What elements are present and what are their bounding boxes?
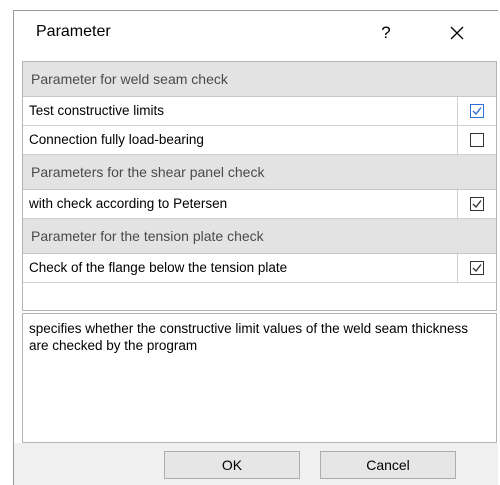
checkbox-cell [458, 254, 496, 282]
parameter-row[interactable]: with check according to Petersen [23, 190, 496, 219]
checkbox-checked[interactable] [470, 197, 484, 211]
dialog-title: Parameter [36, 23, 111, 40]
checkmark-icon [472, 264, 482, 273]
checkbox-cell [458, 190, 496, 218]
close-button[interactable] [434, 15, 480, 51]
cancel-button[interactable]: Cancel [320, 451, 456, 479]
parameter-row[interactable]: Connection fully load-bearing [23, 126, 496, 155]
button-bar: OK Cancel [14, 443, 498, 485]
parameter-grid: Parameter for weld seam check Test constr… [22, 61, 497, 311]
checkmark-icon [472, 200, 482, 209]
help-button[interactable]: ? [364, 15, 408, 51]
description-panel: specifies whether the constructive limit… [22, 313, 497, 443]
ok-button[interactable]: OK [164, 451, 300, 479]
checkbox-cell [458, 126, 496, 154]
section-header: Parameters for the shear panel check [23, 155, 496, 190]
close-icon [450, 26, 464, 40]
parameter-row[interactable]: Test constructive limits [23, 97, 496, 126]
checkbox-cell [458, 97, 496, 125]
parameter-label: Connection fully load-bearing [23, 126, 458, 154]
parameter-dialog: Parameter ? Parameter for weld seam chec… [13, 10, 498, 485]
parameter-label: Test constructive limits [23, 97, 458, 125]
section-header: Parameter for the tension plate check [23, 219, 496, 254]
checkmark-icon [472, 107, 482, 116]
parameter-row[interactable]: Check of the flange below the tension pl… [23, 254, 496, 283]
section-header: Parameter for weld seam check [23, 62, 496, 97]
checkbox-checked[interactable] [470, 261, 484, 275]
parameter-label: with check according to Petersen [23, 190, 458, 218]
parameter-label: Check of the flange below the tension pl… [23, 254, 458, 282]
title-bar[interactable]: Parameter ? [14, 11, 498, 55]
checkbox-checked[interactable] [470, 104, 484, 118]
checkbox-unchecked[interactable] [470, 133, 484, 147]
